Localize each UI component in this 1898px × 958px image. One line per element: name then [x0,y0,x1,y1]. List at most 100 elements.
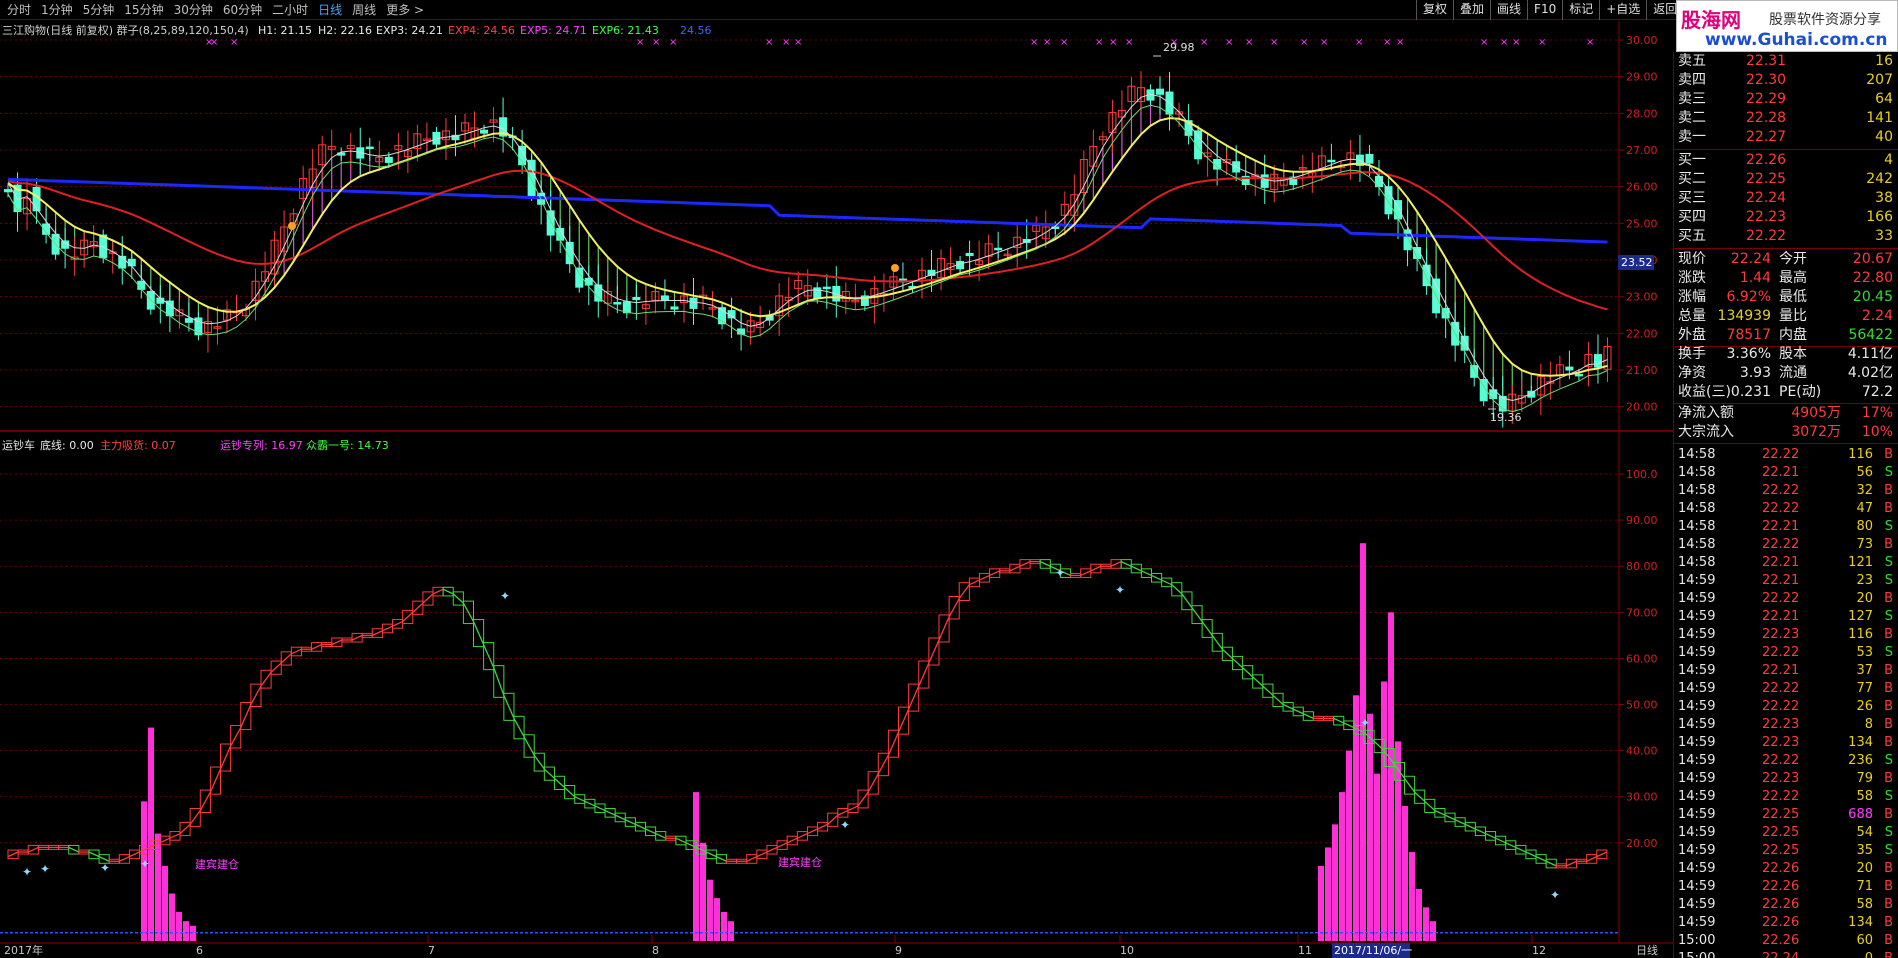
period-tab-4[interactable]: 30分钟 [169,0,218,20]
tick-volume: 8 [1864,717,1873,732]
stat-value: 3.36% [1726,346,1771,362]
indicator-segment [129,851,140,858]
tick-time: 14:59 [1678,591,1716,606]
indicator-segment [938,616,950,641]
indicator-segment [250,685,262,705]
tool-button-0[interactable]: 复权 [1416,0,1453,20]
tool-button-5[interactable]: +自选 [1599,0,1646,20]
indicator-segment [614,814,626,821]
tick-time: 14:59 [1678,861,1716,876]
indicator-segment [574,796,586,802]
indicator-segment [979,574,990,581]
volume-bar [1423,907,1429,941]
main-header-h1: H1: 21.15 [258,24,312,37]
volume-bar [1402,805,1408,941]
period-tab-7[interactable]: 日线 [313,0,347,20]
tick-time: 14:58 [1678,483,1716,498]
candle-body [822,286,831,290]
indicator-segment [1141,570,1152,577]
x-mark-icon: × [1043,37,1051,48]
tool-button-1[interactable]: 叠加 [1453,0,1490,20]
stat-label: 现价 [1678,251,1706,267]
quote-row: 卖四 22.30 207 [1674,71,1898,90]
tick-direction: S [1884,609,1893,624]
period-tab-8[interactable]: 周线 [347,0,381,20]
tick-volume: 134 [1848,735,1873,750]
quote-row: 买三 22.24 38 [1674,189,1898,208]
indicator-segment [847,805,859,812]
tick-volume: 688 [1848,807,1873,822]
signal-dot [288,222,296,230]
candle-body [660,295,669,301]
tick-direction: B [1884,591,1893,606]
stat-label: 换手 [1678,346,1706,362]
tick-price: 22.24 [1762,950,1799,958]
tick-direction: B [1884,699,1893,714]
high-label: 29.98 [1163,41,1195,54]
stock-chart[interactable]: 30.0029.0028.0027.0026.0025.0024.0023.00… [0,21,1673,958]
indicator-segment [209,768,222,793]
tool-button-2[interactable]: 画线 [1490,0,1527,20]
indicator-segment [88,851,100,858]
candle-body [737,328,746,335]
tick-row: 14:58 22.21 121 S [1674,554,1898,572]
bid-price: 22.26 [1746,152,1787,168]
ask-price: 22.27 [1746,129,1787,145]
tick-direction: B [1884,537,1893,552]
period-tab-2[interactable]: 5分钟 [78,0,120,20]
bid-volume: 38 [1875,190,1893,206]
x-label-11: 11 [1298,944,1312,957]
volume-bar [1346,750,1352,941]
stat-value: 22.80 [1852,270,1893,286]
tick-direction: S [1884,843,1893,858]
indicator-segment [746,856,758,862]
sub-header-e: 众霸一号: 14.73 [306,439,389,452]
tick-volume: 35 [1856,843,1873,858]
tick-direction: B [1884,483,1893,498]
indicator-segment [928,639,940,664]
x-label-6: 6 [196,944,203,957]
tool-button-4[interactable]: 标记 [1562,0,1599,20]
indicator-segment [230,727,242,747]
tick-time: 14:58 [1678,555,1716,570]
signal-dot [891,264,899,272]
indicator-segment [1151,574,1162,581]
indicator-tick-label: 70.00 [1626,606,1658,619]
stat-label: 内盘 [1779,327,1807,343]
period-tab-5[interactable]: 60分钟 [218,0,267,20]
indicator-segment [1221,648,1233,659]
indicator-segment [897,708,910,733]
bird-marker-icon: ✦ [1550,888,1560,902]
logo-sub-text: 股票软件资源分享 [1769,12,1881,28]
period-tab-0[interactable]: 分时 [2,0,36,20]
period-tab-1[interactable]: 1分钟 [36,0,78,20]
period-tab-3[interactable]: 15分钟 [119,0,168,20]
indicator-segment [655,832,667,839]
candle-body [689,297,698,309]
period-tab-6[interactable]: 二小时 [267,0,313,20]
indicator-segment [857,791,869,807]
tick-volume: 60 [1856,933,1873,948]
flow-value: 3072万 [1791,424,1841,440]
bottom-tab[interactable]: 日线 [1636,943,1658,957]
x-mark-icon: × [1512,37,1520,48]
indicator-segment [189,810,201,825]
tick-volume: 56 [1856,465,1873,480]
volume-bar [1430,921,1436,941]
volume-bar [707,879,713,941]
indicator-segment [7,851,19,858]
indicator-segment [1130,565,1142,572]
indicator-segment [827,814,839,825]
tick-row: 14:59 22.21 23 S [1674,572,1898,590]
volume-bar [1409,852,1415,941]
x-label-8: 8 [652,944,659,957]
logo-url-text: www.Guhai.com.cn [1705,30,1888,50]
period-tab-9[interactable]: 更多 > [381,0,429,20]
candle-body [4,189,12,193]
indicator-segment [1211,634,1223,650]
tool-button-3[interactable]: F10 [1527,0,1562,20]
indicator-segment [442,588,454,595]
tick-price: 22.22 [1762,483,1800,498]
indicator-tick-label: 90.00 [1626,514,1658,527]
price-tick-label: 30.00 [1626,34,1658,47]
